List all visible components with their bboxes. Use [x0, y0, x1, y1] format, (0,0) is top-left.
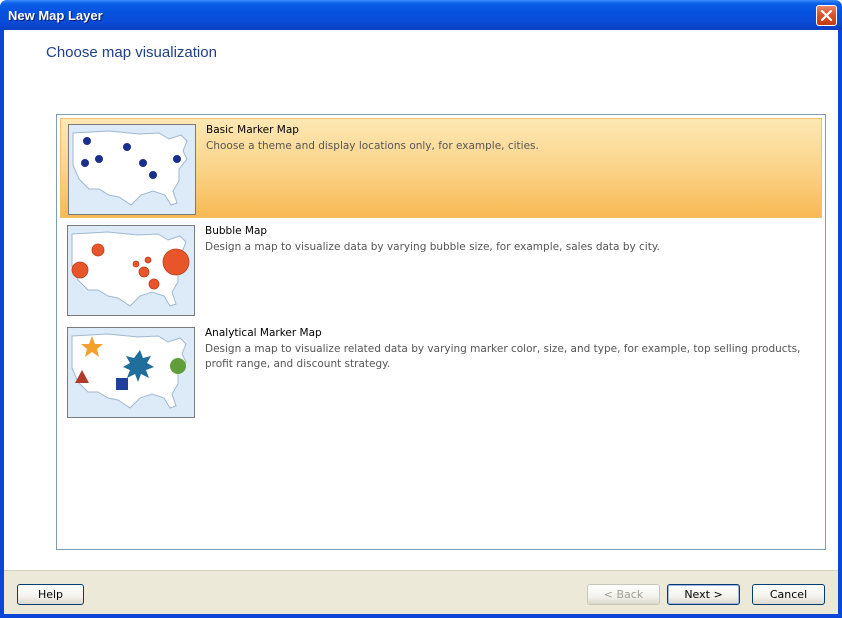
bubble-map-thumbnail [67, 225, 195, 316]
dialog-body: Choose map visualization Basic Marker Ma… [4, 30, 838, 614]
option-description: Choose a theme and display locations onl… [206, 140, 539, 152]
option-title: Basic Marker Map [206, 124, 299, 136]
button-bar: Help < Back Next > Cancel [4, 570, 838, 614]
close-icon [820, 9, 833, 22]
option-basic-marker-map[interactable]: Basic Marker Map Choose a theme and disp… [60, 118, 822, 218]
back-button[interactable]: < Back [587, 584, 660, 605]
square-marker-icon [116, 378, 128, 390]
option-analytical-marker-map[interactable]: Analytical Marker Map Design a map to vi… [60, 322, 822, 422]
option-description: Design a map to visualize related data b… [205, 343, 801, 370]
next-button[interactable]: Next > [667, 584, 740, 605]
help-button[interactable]: Help [17, 584, 84, 605]
close-button[interactable] [816, 5, 837, 26]
page-heading: Choose map visualization [46, 44, 217, 61]
title-bar[interactable]: New Map Layer [0, 0, 842, 30]
new-map-layer-window: New Map Layer Choose map visualization B… [0, 0, 842, 618]
window-title: New Map Layer [8, 8, 103, 23]
cancel-button[interactable]: Cancel [752, 584, 825, 605]
circle-marker-icon [170, 358, 186, 374]
basic-marker-map-thumbnail [68, 124, 196, 215]
option-bubble-map[interactable]: Bubble Map Design a map to visualize dat… [60, 220, 822, 320]
analytical-marker-map-thumbnail [67, 327, 195, 418]
option-description: Design a map to visualize data by varyin… [205, 241, 660, 253]
visualization-list[interactable]: Basic Marker Map Choose a theme and disp… [56, 114, 826, 550]
option-title: Bubble Map [205, 225, 268, 237]
option-title: Analytical Marker Map [205, 327, 322, 339]
